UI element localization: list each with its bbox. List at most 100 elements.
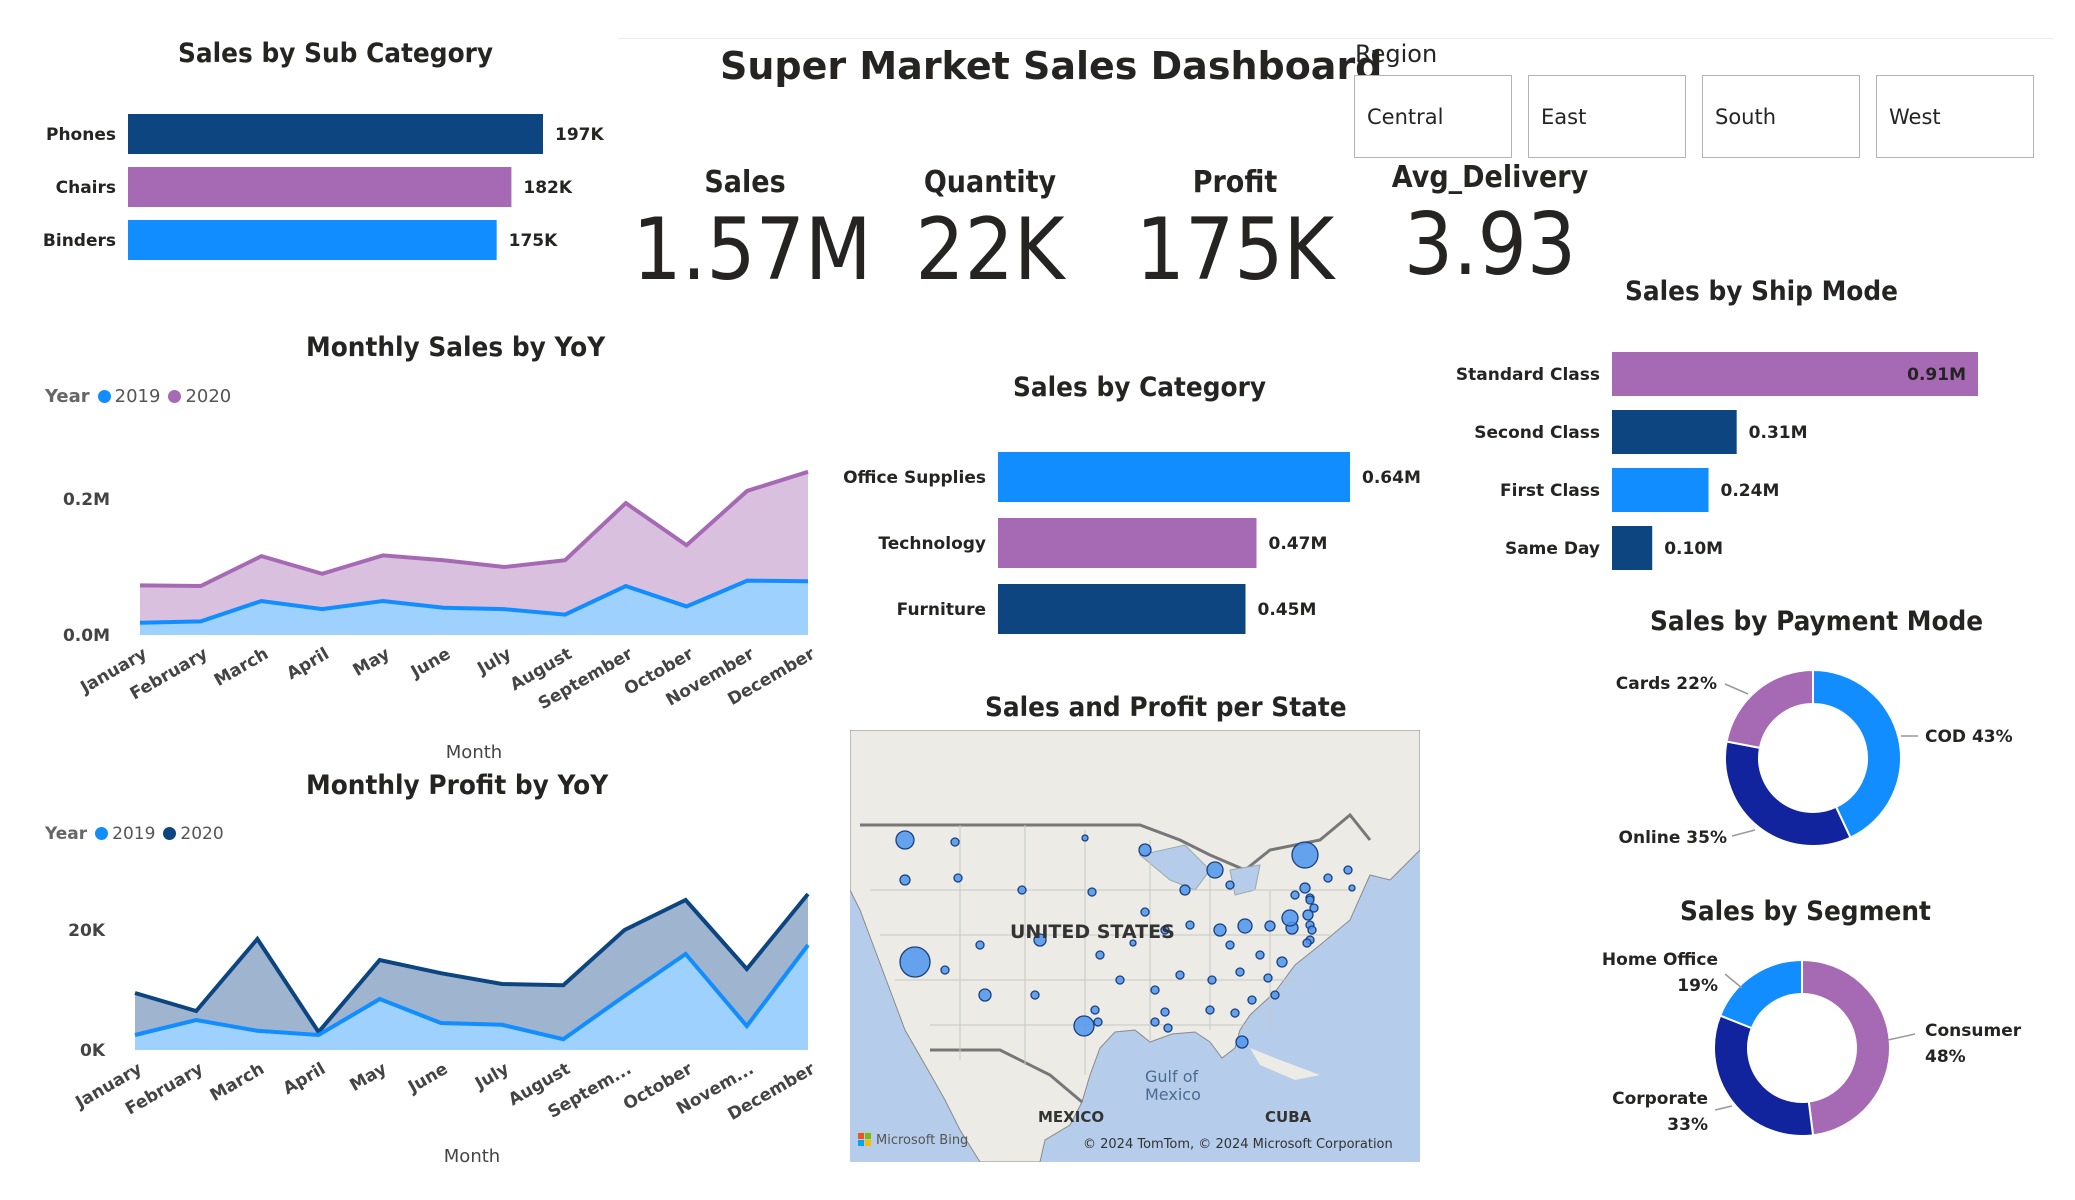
state-bubble[interactable] bbox=[899, 874, 911, 886]
state-bubble[interactable] bbox=[1290, 890, 1300, 900]
bar[interactable] bbox=[1612, 410, 1737, 454]
donut-data-label: 48% bbox=[1925, 1047, 1966, 1067]
state-bubble[interactable] bbox=[1175, 970, 1185, 980]
state-bubble[interactable] bbox=[1307, 925, 1317, 935]
sub-category-chart[interactable]: Phones 197K Chairs 182K Binders 175K bbox=[0, 100, 640, 270]
state-bubble[interactable] bbox=[1235, 967, 1245, 977]
state-bubble[interactable] bbox=[1343, 865, 1353, 875]
bar[interactable] bbox=[998, 518, 1257, 568]
donut-slice[interactable] bbox=[1725, 668, 1814, 750]
bar[interactable] bbox=[128, 114, 543, 154]
bar-value-label: 0.31M bbox=[1749, 423, 1808, 443]
state-bubble[interactable] bbox=[1093, 1017, 1103, 1027]
legend-item-2020[interactable]: 2020 bbox=[180, 824, 223, 844]
legend-item-2020[interactable]: 2020 bbox=[185, 386, 231, 407]
state-bubble[interactable] bbox=[1299, 882, 1311, 894]
ship-mode-chart[interactable]: Standard Class 0.91M Second Class 0.31M Firs… bbox=[1440, 340, 2060, 580]
legend-title: Year bbox=[45, 824, 88, 844]
state-bubble[interactable] bbox=[1017, 885, 1027, 895]
state-bubble[interactable] bbox=[1230, 1008, 1240, 1018]
category-chart[interactable]: Office Supplies 0.64M Technology 0.47M Furni… bbox=[830, 440, 1430, 650]
state-bubble[interactable] bbox=[1255, 950, 1265, 960]
state-bubble[interactable] bbox=[1263, 973, 1273, 983]
state-bubble[interactable] bbox=[1090, 1005, 1100, 1015]
region-option-east[interactable]: East bbox=[1528, 75, 1686, 158]
state-bubble[interactable] bbox=[1237, 918, 1253, 934]
kpi-value: 22K bbox=[915, 200, 1065, 300]
state-bubble[interactable] bbox=[1205, 1005, 1215, 1015]
state-bubble[interactable] bbox=[1235, 1035, 1249, 1049]
region-option-south[interactable]: South bbox=[1702, 75, 1860, 158]
state-bubble[interactable] bbox=[953, 873, 963, 883]
state-bubble[interactable] bbox=[978, 988, 992, 1002]
state-bubble[interactable] bbox=[1073, 1015, 1095, 1037]
state-bubble[interactable] bbox=[1179, 884, 1191, 896]
bar[interactable] bbox=[998, 452, 1350, 502]
x-tick-label: July bbox=[473, 644, 514, 679]
state-bubble[interactable] bbox=[1302, 909, 1314, 921]
map-cuba-label: CUBA bbox=[1265, 1108, 1312, 1126]
state-bubble[interactable] bbox=[1030, 990, 1040, 1000]
bar[interactable] bbox=[128, 167, 512, 207]
state-bubble[interactable] bbox=[1095, 950, 1105, 960]
state-bubble[interactable] bbox=[1150, 1017, 1160, 1027]
donut-slice[interactable] bbox=[1801, 958, 1891, 1137]
state-bubble[interactable] bbox=[1276, 956, 1288, 968]
region-option-label: West bbox=[1889, 104, 1941, 129]
kpi-card-profit: Profit 175K bbox=[1110, 165, 1360, 300]
donut-slice[interactable] bbox=[1718, 958, 1803, 1030]
state-bubble[interactable] bbox=[940, 965, 950, 975]
state-bubble[interactable] bbox=[1185, 920, 1195, 930]
state-bubble[interactable] bbox=[1225, 880, 1235, 890]
state-bubble[interactable] bbox=[1138, 843, 1152, 857]
state-bubble[interactable] bbox=[1225, 940, 1235, 950]
legend-item-2019[interactable]: 2019 bbox=[115, 386, 161, 407]
monthly-profit-chart[interactable]: 0K20KJanuaryFebruary March April May June Jul… bbox=[0, 860, 830, 1170]
segment-chart[interactable]: Consumer 48% Corporate 33% Home Office 19% bbox=[1570, 930, 2050, 1170]
payment-mode-chart[interactable]: COD 43% Online 35% Cards 22% bbox=[1570, 650, 2050, 880]
legend-item-2019[interactable]: 2019 bbox=[112, 824, 155, 844]
state-bubble[interactable] bbox=[1213, 923, 1227, 937]
map-canvas[interactable]: UNITED STATES Gulf of Mexico MEXICO CUBA … bbox=[850, 730, 1420, 1162]
bar-category-label: Binders bbox=[43, 231, 116, 251]
donut-slice[interactable] bbox=[1724, 740, 1852, 847]
state-bubble[interactable] bbox=[1291, 841, 1319, 869]
state-bubble[interactable] bbox=[899, 946, 931, 978]
state-bubble[interactable] bbox=[1305, 895, 1315, 905]
state-bubble[interactable] bbox=[1207, 975, 1217, 985]
monthly-sales-legend: Year 2019 2020 bbox=[45, 386, 231, 407]
bar[interactable] bbox=[1612, 526, 1653, 570]
bar-category-label: Furniture bbox=[897, 600, 986, 620]
state-bubble[interactable] bbox=[1323, 873, 1333, 883]
donut-slice[interactable] bbox=[1713, 1014, 1815, 1137]
bar[interactable] bbox=[128, 220, 497, 260]
state-bubble[interactable] bbox=[1348, 884, 1356, 892]
state-bubble[interactable] bbox=[950, 837, 960, 847]
bar[interactable] bbox=[1612, 468, 1709, 512]
legend-title: Year bbox=[45, 386, 90, 407]
state-bubble[interactable] bbox=[1115, 975, 1125, 985]
bar-value-label: 0.45M bbox=[1258, 600, 1317, 620]
state-bubble[interactable] bbox=[975, 940, 985, 950]
state-bubble[interactable] bbox=[1247, 995, 1257, 1005]
region-option-west[interactable]: West bbox=[1876, 75, 2034, 158]
state-bubble[interactable] bbox=[1270, 990, 1280, 1000]
state-bubble[interactable] bbox=[1302, 938, 1312, 948]
state-bubble[interactable] bbox=[1281, 909, 1299, 927]
map-attribution: © 2024 TomTom, © 2024 Microsoft Corporat… bbox=[1083, 1137, 1393, 1152]
state-bubble[interactable] bbox=[1160, 1007, 1170, 1017]
state-bubble[interactable] bbox=[1163, 1023, 1173, 1033]
state-bubble[interactable] bbox=[1140, 907, 1150, 917]
monthly-sales-chart[interactable]: 0.0M0.2MJanuaryFebruary March April May June… bbox=[0, 420, 830, 770]
ship-mode-title: Sales by Ship Mode bbox=[1625, 276, 1899, 307]
kpi-label: Quantity bbox=[923, 165, 1057, 200]
state-bubble[interactable] bbox=[1087, 887, 1097, 897]
state-bubble[interactable] bbox=[1206, 861, 1224, 879]
state-bubble[interactable] bbox=[1081, 834, 1089, 842]
state-bubble[interactable] bbox=[895, 830, 915, 850]
state-map[interactable]: UNITED STATES Gulf of Mexico MEXICO CUBA … bbox=[850, 730, 1420, 1162]
state-bubble[interactable] bbox=[1264, 920, 1276, 932]
bar[interactable] bbox=[998, 584, 1246, 634]
region-option-central[interactable]: Central bbox=[1354, 75, 1512, 158]
state-bubble[interactable] bbox=[1150, 985, 1160, 995]
